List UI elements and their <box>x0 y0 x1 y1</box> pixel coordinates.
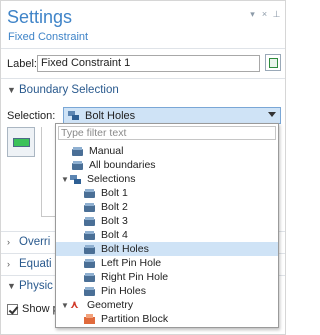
chevron-right-icon: › <box>7 237 10 247</box>
chevron-down-icon: ▼ <box>7 281 16 291</box>
list-item-label: Geometry <box>87 299 134 311</box>
window-controls: ▾ × ⊥ <box>248 9 281 20</box>
list-item[interactable]: All boundaries <box>56 158 278 172</box>
list-item-label: Bolt 1 <box>101 187 128 199</box>
show-checkbox[interactable] <box>7 303 18 315</box>
filter-input[interactable]: Type filter text <box>58 126 276 140</box>
selection-combo[interactable]: Bolt Holes <box>63 107 281 124</box>
list-item-label: Right Pin Hole <box>101 271 169 283</box>
selection-row: Selection: Bolt Holes <box>7 107 281 124</box>
geometry-icon: ⋏ <box>70 298 79 311</box>
list-item[interactable]: Bolt 1 <box>56 186 278 200</box>
selection-value: Bolt Holes <box>85 109 136 122</box>
list-item-label: All boundaries <box>89 159 156 171</box>
document-icon <box>269 58 278 68</box>
show-checkbox-row[interactable]: Show pl <box>7 303 61 315</box>
list-item-label: Bolt Holes <box>101 243 149 255</box>
selection-dropdown: Type filter text Manual All boundaries ▼… <box>55 123 279 328</box>
drive-icon <box>72 146 84 157</box>
section-boundary-selection[interactable]: ▼ Boundary Selection <box>1 80 285 100</box>
document-button[interactable] <box>265 54 281 71</box>
selections-icon <box>68 110 80 121</box>
section-title: Equati <box>19 258 52 270</box>
list-item-label: Bolt 2 <box>101 201 128 213</box>
list-item-label: Left Pin Hole <box>101 257 162 269</box>
divider <box>1 78 285 79</box>
dropdown-arrow-icon <box>268 112 276 117</box>
list-item[interactable]: Bolt 2 <box>56 200 278 214</box>
selections-icon <box>70 174 82 185</box>
chevron-right-icon: › <box>7 259 10 269</box>
drive-icon <box>84 272 96 283</box>
section-title: Physic <box>19 280 53 292</box>
list-item[interactable]: Bolt 3 <box>56 214 278 228</box>
label-field[interactable]: Fixed Constraint 1 <box>37 55 260 72</box>
list-item[interactable]: Bolt 4 <box>56 228 278 242</box>
list-item[interactable]: Manual <box>56 144 278 158</box>
list-item[interactable]: ▼ Selections <box>56 172 278 186</box>
label-row: Label: Fixed Constraint 1 <box>7 55 260 72</box>
chevron-down-icon: ▼ <box>7 85 16 95</box>
drive-icon <box>84 244 96 255</box>
chevron-down-icon[interactable]: ▼ <box>60 301 70 310</box>
section-title: Overri <box>19 236 51 248</box>
list-item-label: Manual <box>89 145 124 157</box>
list-item[interactable]: Left Pin Hole <box>56 256 278 270</box>
list-item[interactable]: Pin Holes <box>56 284 278 298</box>
list-item-label: Partition Block <box>101 313 169 325</box>
drive-icon <box>84 286 96 297</box>
selection-caption: Selection: <box>7 109 56 122</box>
drive-icon <box>84 216 96 227</box>
list-item[interactable]: ▼ ⋏ Geometry <box>56 298 278 312</box>
list-item-label: Pin Holes <box>101 285 146 297</box>
list-item[interactable]: Partition Block <box>56 312 278 326</box>
list-item[interactable]: Right Pin Hole <box>56 270 278 284</box>
chevron-down-icon[interactable]: ▼ <box>60 175 70 184</box>
label-caption: Label: <box>7 57 37 70</box>
divider <box>1 48 285 49</box>
list-item-label: Bolt 4 <box>101 229 128 241</box>
drive-icon <box>84 258 96 269</box>
pin-icon[interactable]: ⊥ <box>272 9 281 20</box>
partition-icon <box>84 313 96 325</box>
drive-icon <box>84 202 96 213</box>
page-subtitle: Fixed Constraint <box>8 31 89 43</box>
close-icon[interactable]: × <box>260 9 269 20</box>
drive-icon <box>84 188 96 199</box>
drive-icon <box>72 160 84 171</box>
list-item-label: Selections <box>87 173 136 185</box>
list-item-label: Bolt 3 <box>101 215 128 227</box>
list-item-selected[interactable]: Bolt Holes <box>56 242 278 256</box>
page-title: Settings <box>7 7 73 27</box>
section-title: Boundary Selection <box>19 84 119 96</box>
active-selection-button[interactable] <box>7 127 35 157</box>
drive-icon <box>84 230 96 241</box>
toggle-icon <box>13 138 30 147</box>
chevron-down-icon[interactable]: ▾ <box>248 9 257 20</box>
